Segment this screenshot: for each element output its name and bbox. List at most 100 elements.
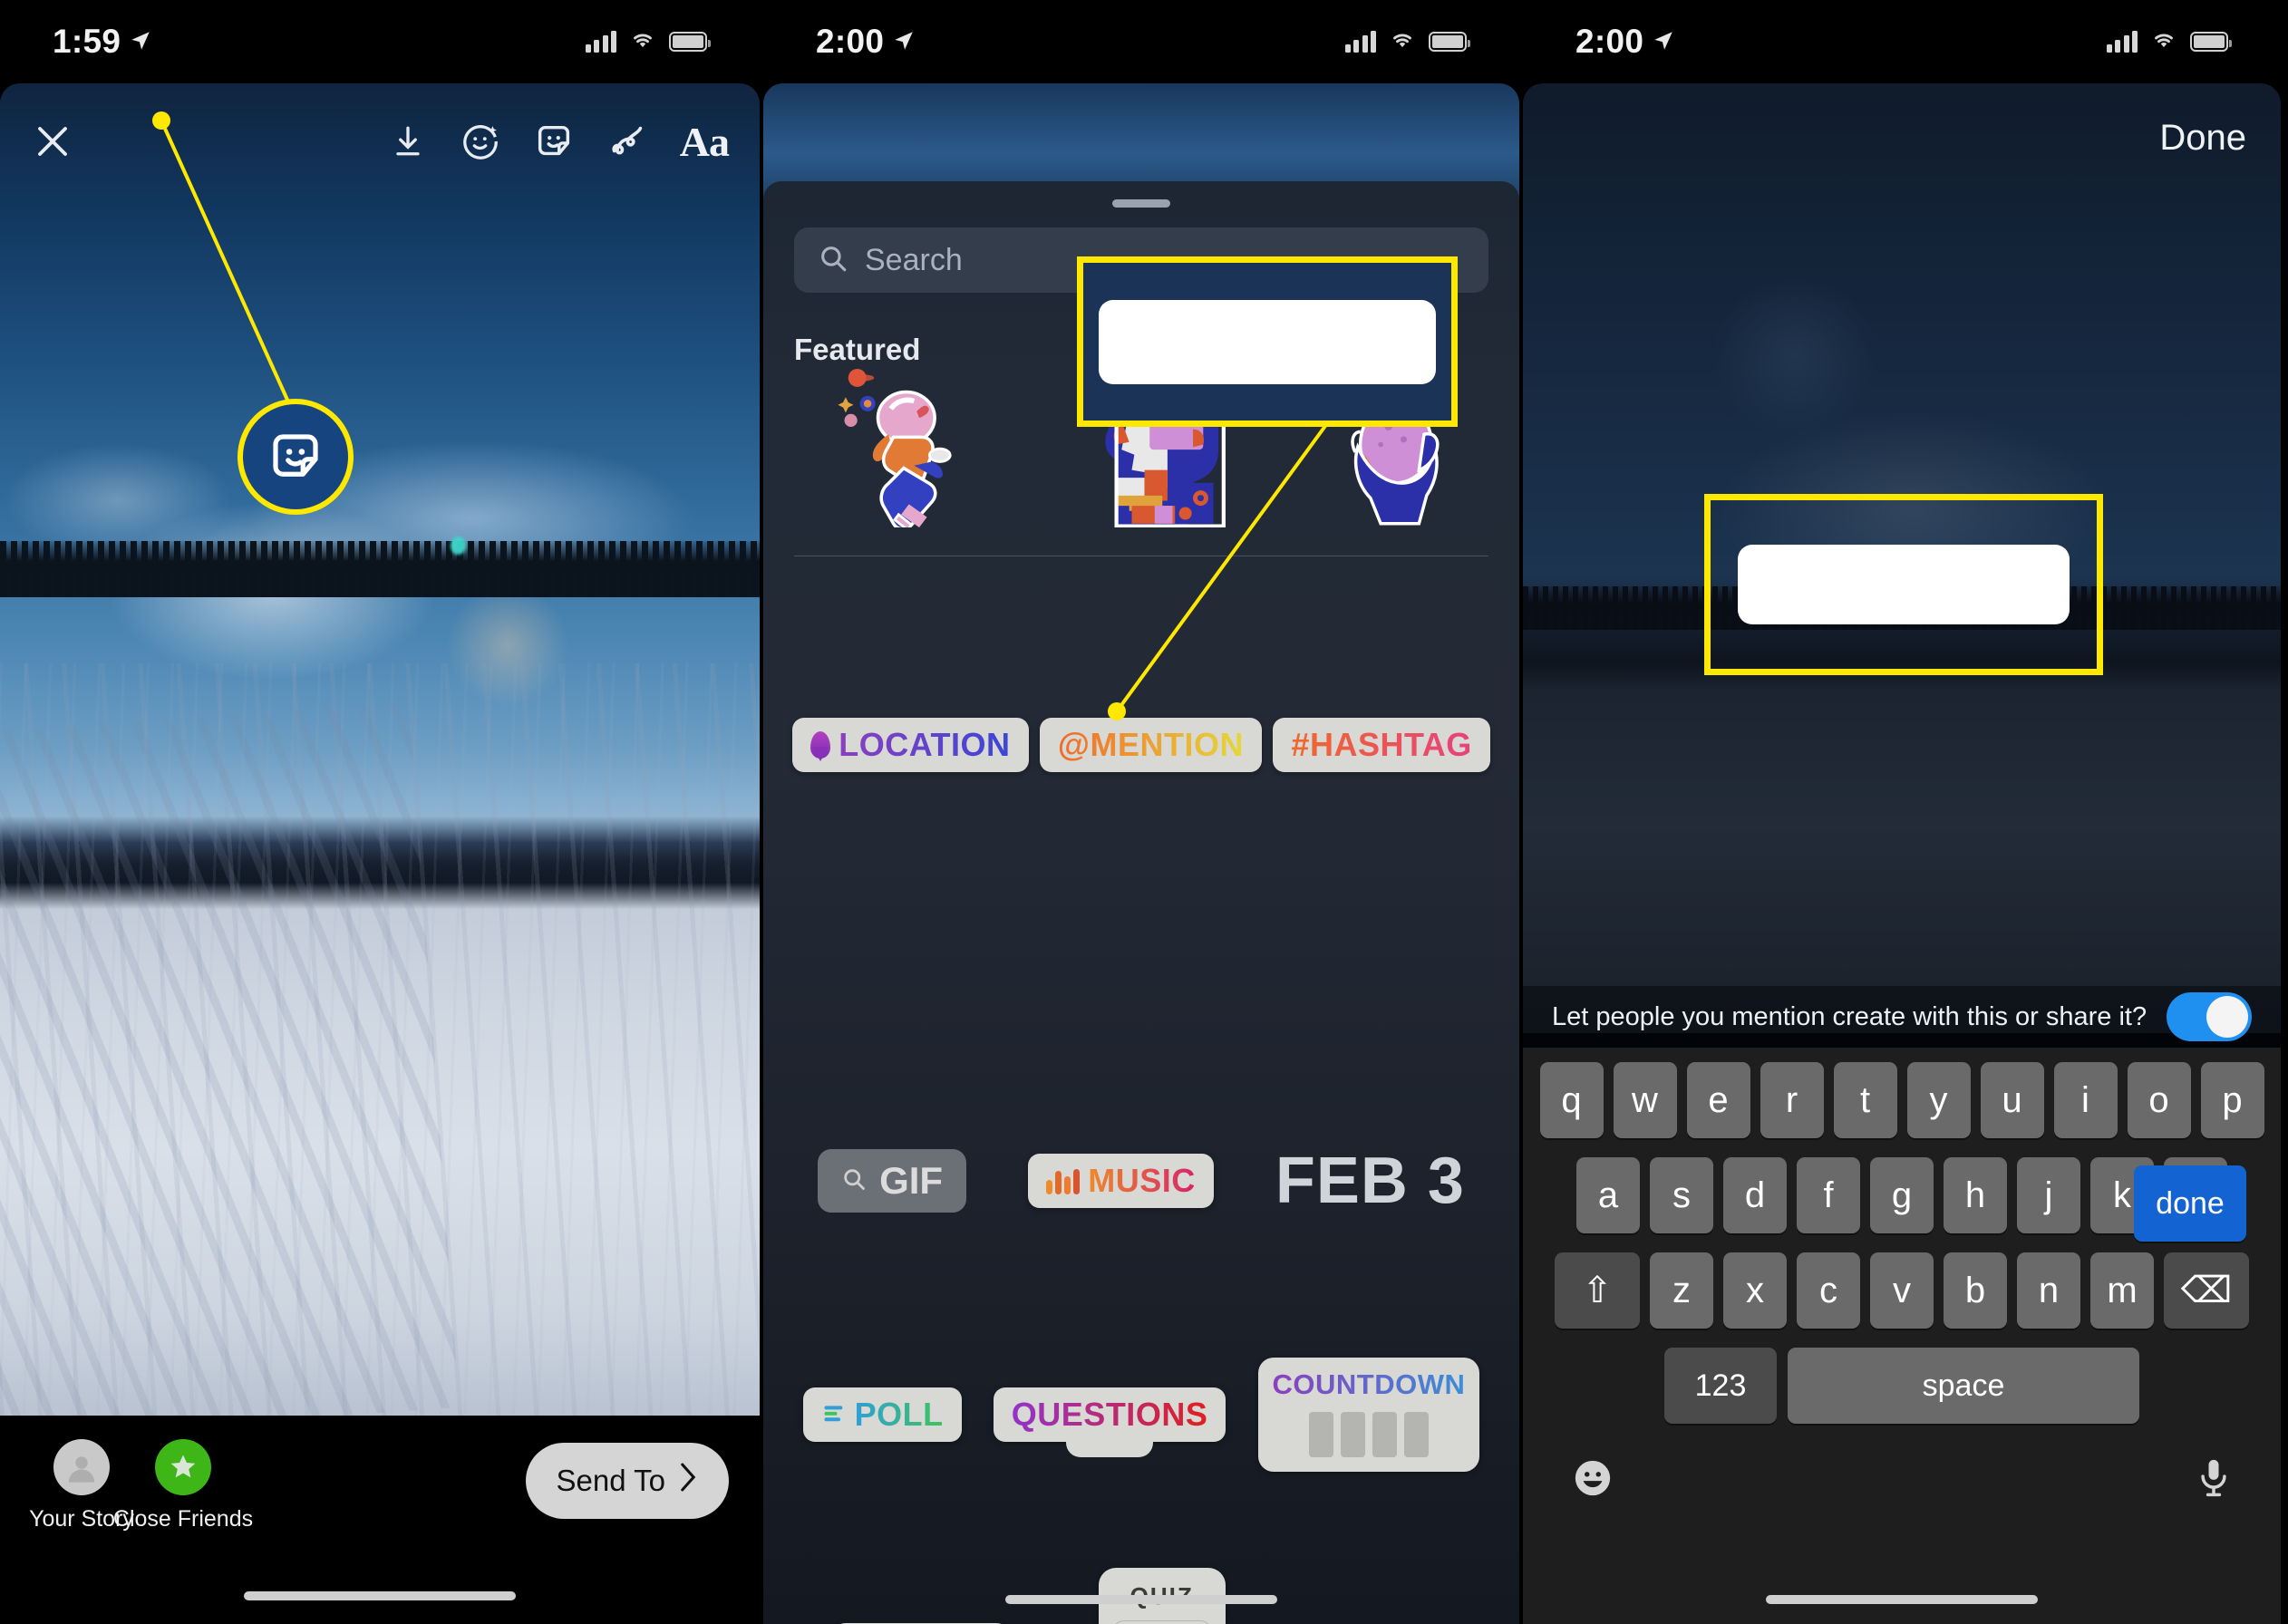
key-z[interactable]: z — [1650, 1252, 1713, 1329]
mention-sticker-highlight: @MENTION — [1704, 494, 2103, 675]
mention-sticker-placed[interactable]: @MENTION — [1738, 545, 2070, 624]
sticker-face-icon[interactable] — [533, 121, 575, 162]
star-icon — [155, 1439, 211, 1495]
signal-bars-icon — [2106, 31, 2138, 53]
location-sticker-label: LOCATION — [839, 726, 1011, 763]
done-button[interactable]: Done — [2159, 118, 2246, 159]
shift-key[interactable]: ⇧ — [1555, 1252, 1640, 1329]
search-icon — [818, 243, 848, 278]
delete-key[interactable]: ⌫ — [2164, 1252, 2249, 1329]
location-arrow-icon — [129, 23, 152, 61]
photo-treeline — [0, 541, 760, 597]
keyboard-done-key[interactable]: done — [2134, 1165, 2246, 1242]
close-friends-label: Close Friends — [112, 1506, 254, 1532]
key-m[interactable]: m — [2090, 1252, 2154, 1329]
key-w[interactable]: w — [1613, 1062, 1677, 1138]
wifi-icon — [2150, 29, 2177, 55]
key-i[interactable]: i — [2053, 1062, 2118, 1138]
quiz-option — [1111, 1620, 1212, 1624]
home-indicator — [1766, 1595, 2038, 1604]
map-pin-icon — [810, 731, 831, 759]
countdown-sticker[interactable]: COUNTDOWN — [1257, 1358, 1480, 1472]
key-f[interactable]: f — [1797, 1157, 1860, 1233]
location-sticker[interactable]: LOCATION — [792, 718, 1029, 772]
status-indicators — [585, 29, 711, 55]
countdown-digit-blocks — [1308, 1412, 1429, 1457]
text-aa-icon[interactable]: Aa — [680, 118, 730, 166]
keyboard-bottom-bar — [1530, 1443, 2273, 1505]
key-y[interactable]: y — [1906, 1062, 1971, 1138]
status-time: 2:00 — [1575, 23, 1644, 60]
story-photo-snow-landscape — [0, 83, 760, 1416]
music-sticker[interactable]: MUSIC — [1028, 1154, 1214, 1208]
key-c[interactable]: c — [1797, 1252, 1860, 1329]
mention-sticker-zoom-callout: @MENTION — [1077, 256, 1458, 427]
poll-sticker[interactable]: POLL — [802, 1387, 962, 1442]
phone-1-story-editor: 1:59 Aa Your Story Close Friends Send To — [0, 0, 760, 1624]
status-time: 2:00 — [816, 23, 885, 60]
phone-2-sticker-tray: 2:00 Search Featured LOCATION @MENTION #… — [760, 0, 1523, 1624]
draw-squiggle-icon[interactable] — [606, 121, 648, 162]
home-indicator — [244, 1591, 516, 1600]
status-bar: 2:00 — [763, 0, 1519, 83]
home-indicator — [1005, 1595, 1277, 1604]
questions-sticker[interactable]: QUESTIONS — [993, 1387, 1226, 1442]
key-u[interactable]: u — [1980, 1062, 2044, 1138]
temperature-sticker[interactable]: 35ºF — [1313, 1610, 1453, 1624]
status-time: 1:59 — [53, 23, 121, 60]
sticker-row-3: POLL QUESTIONS COUNTDOWN — [763, 1358, 1519, 1472]
hashtag-sticker-label: #HASHTAG — [1291, 726, 1472, 763]
key-v[interactable]: v — [1870, 1252, 1934, 1329]
astronaut-sticker[interactable] — [832, 360, 991, 532]
wifi-icon — [1389, 29, 1416, 55]
key-a[interactable]: a — [1576, 1157, 1640, 1233]
date-sticker[interactable]: FEB 3 — [1275, 1144, 1465, 1218]
chevron-right-icon — [678, 1462, 698, 1500]
numbers-key[interactable]: 123 — [1664, 1348, 1777, 1424]
send-to-label: Send To — [556, 1464, 666, 1497]
mention-permission-row: Let people you mention create with this … — [1523, 986, 2281, 1048]
gif-sticker[interactable]: GIF — [818, 1149, 967, 1213]
key-d[interactable]: d — [1723, 1157, 1787, 1233]
key-o[interactable]: o — [2127, 1062, 2191, 1138]
emoji-face-icon[interactable] — [1570, 1455, 1615, 1505]
on-screen-keyboard: q w e r t y u i o p a s d f g h j k l — [1523, 1048, 2281, 1624]
poll-bars-icon — [821, 1396, 847, 1434]
key-j[interactable]: j — [2017, 1157, 2080, 1233]
questions-sticker-label: QUESTIONS — [1011, 1396, 1208, 1433]
status-indicators — [1344, 29, 1470, 55]
mention-permission-toggle[interactable] — [2167, 992, 2252, 1041]
keyboard-row-4: 123 space done — [1530, 1165, 2273, 1424]
sticker-row-2: GIF MUSIC FEB 3 — [763, 1144, 1519, 1218]
microphone-icon[interactable] — [2194, 1455, 2234, 1505]
space-key[interactable]: space — [1788, 1348, 2139, 1424]
countdown-sticker-label: COUNTDOWN — [1272, 1368, 1466, 1400]
key-q[interactable]: q — [1539, 1062, 1604, 1138]
search-icon — [841, 1166, 867, 1196]
key-x[interactable]: x — [1723, 1252, 1787, 1329]
effects-face-icon[interactable] — [460, 121, 501, 162]
key-r[interactable]: r — [1760, 1062, 1824, 1138]
key-b[interactable]: b — [1944, 1252, 2007, 1329]
drag-handle[interactable] — [1112, 199, 1170, 208]
sticker-button-callout[interactable] — [238, 399, 354, 515]
hashtag-sticker[interactable]: #HASHTAG — [1273, 718, 1490, 772]
mention-sticker[interactable]: @MENTION — [1039, 718, 1263, 772]
mention-sticker-label: @MENTION — [1057, 726, 1245, 763]
phone-3-mention-entry: 2:00 Done @MENTION — [1523, 0, 2281, 1624]
status-indicators — [2106, 29, 2232, 55]
close-icon[interactable] — [31, 120, 74, 163]
download-icon[interactable] — [388, 121, 428, 161]
key-p[interactable]: p — [2200, 1062, 2264, 1138]
battery-icon — [1429, 32, 1470, 52]
send-to-button[interactable]: Send To — [525, 1443, 729, 1519]
key-e[interactable]: e — [1686, 1062, 1750, 1138]
location-arrow-icon — [1652, 23, 1675, 61]
key-g[interactable]: g — [1870, 1157, 1934, 1233]
close-friends-button[interactable]: Close Friends — [113, 1439, 253, 1532]
key-t[interactable]: t — [1833, 1062, 1897, 1138]
key-n[interactable]: n — [2017, 1252, 2080, 1329]
status-time-group: 1:59 — [53, 23, 152, 61]
key-s[interactable]: s — [1650, 1157, 1713, 1233]
key-h[interactable]: h — [1944, 1157, 2007, 1233]
